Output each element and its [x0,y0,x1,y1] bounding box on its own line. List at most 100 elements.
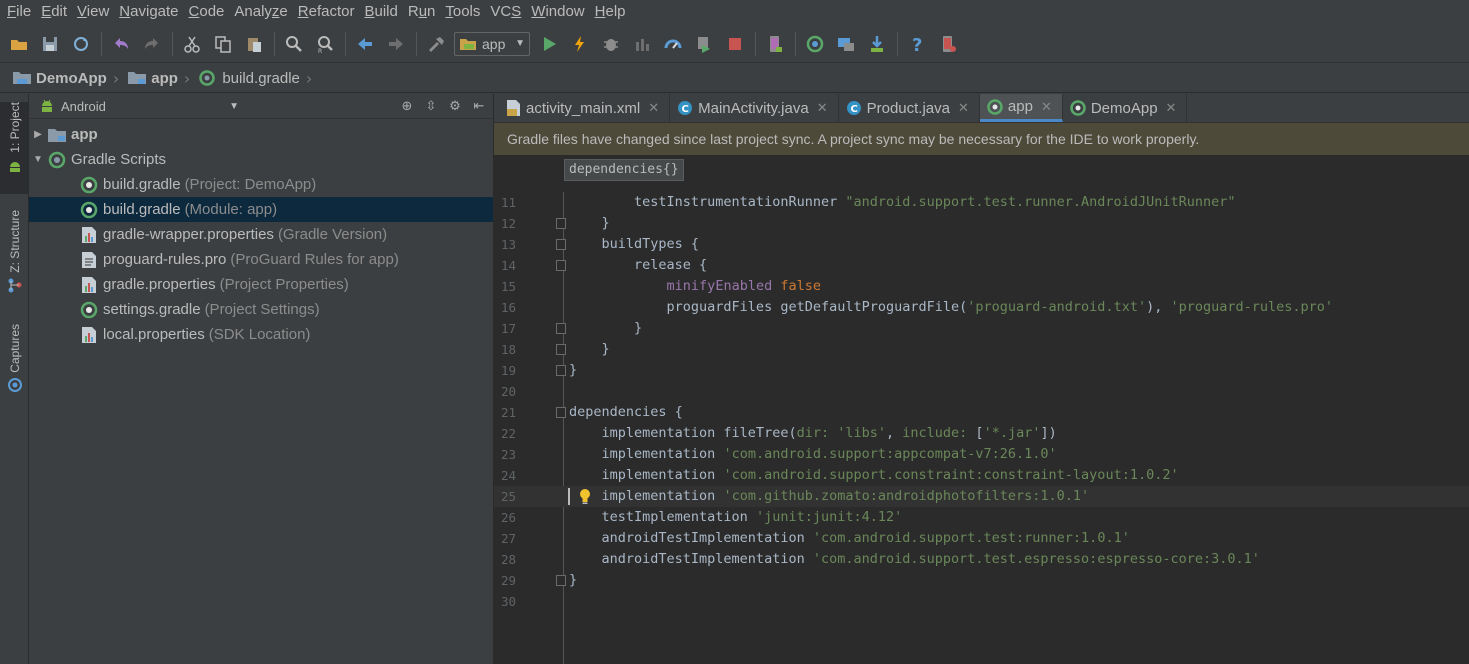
make-project-icon[interactable] [423,31,449,57]
menu-item[interactable]: Build [361,0,404,24]
code-line[interactable]: 29} [494,570,1469,591]
editor-tab[interactable]: app ✕ [979,94,1063,122]
menu-item[interactable]: Refactor [295,0,362,24]
tree-item[interactable]: proguard-rules.pro (ProGuard Rules for ap… [29,247,493,272]
fold-marker-icon[interactable] [556,407,566,418]
debug-icon[interactable] [598,31,624,57]
code-line[interactable]: 30 [494,591,1469,612]
code-line[interactable]: 11 testInstrumentationRunner "android.su… [494,192,1469,213]
tree-item[interactable]: local.properties (SDK Location) [29,322,493,347]
replace-icon[interactable]: R [312,31,338,57]
code-line[interactable]: 27 androidTestImplementation 'com.androi… [494,528,1469,549]
code-line[interactable]: 25 implementation 'com.github.zomato:and… [494,486,1469,507]
breadcrumb-project[interactable]: DemoApp [12,70,107,87]
collapse-arrow-icon[interactable]: ▼ [29,154,47,165]
sync-gradle-icon[interactable] [802,31,828,57]
fold-marker-icon[interactable] [556,218,566,229]
breadcrumb-module[interactable]: app [127,70,178,87]
menu-item[interactable]: Analyze [231,0,294,24]
forward-icon[interactable] [383,31,409,57]
open-folder-icon[interactable] [6,31,32,57]
code-line[interactable]: 24 implementation 'com.android.support.c… [494,465,1469,486]
back-icon[interactable] [352,31,378,57]
editor-tab[interactable]: activity_main.xml ✕ [498,94,671,122]
tab-captures[interactable]: Captures [0,324,29,400]
code-line[interactable]: 15 minifyEnabled false [494,276,1469,297]
project-view-select[interactable]: Android ▼ [39,98,239,114]
cut-icon[interactable] [179,31,205,57]
breadcrumb-file[interactable]: build.gradle [198,70,300,87]
menu-item[interactable]: Window [528,0,591,24]
fold-marker-icon[interactable] [556,365,566,376]
code-line[interactable]: 17 } [494,318,1469,339]
collapse-all-icon[interactable]: ⇳ [423,98,439,114]
menu-item[interactable]: View [74,0,116,24]
code-breadcrumb[interactable]: dependencies{} [564,159,684,181]
tree-item[interactable]: build.gradle (Module: app) [29,197,493,222]
editor-tab[interactable]: C Product.java ✕ [839,94,980,122]
close-icon[interactable]: ✕ [817,100,828,116]
code-line[interactable]: 20 [494,381,1469,402]
fold-marker-icon[interactable] [556,239,566,250]
undo-icon[interactable] [108,31,134,57]
menu-item[interactable]: Run [405,0,443,24]
code-line[interactable]: 22 implementation fileTree(dir: 'libs', … [494,423,1469,444]
close-icon[interactable]: ✕ [648,100,659,116]
code-line[interactable]: 12 } [494,213,1469,234]
apply-changes-icon[interactable] [567,31,593,57]
locate-file-icon[interactable]: ⊕ [399,98,415,114]
tab-project[interactable]: 1: Project [0,102,29,194]
device-monitor-icon[interactable] [935,31,961,57]
tree-item[interactable]: gradle.properties (Project Properties) [29,272,493,297]
tree-item[interactable]: build.gradle (Project: DemoApp) [29,172,493,197]
editor-tab[interactable]: C MainActivity.java ✕ [670,94,839,122]
code-editor[interactable]: 11 testInstrumentationRunner "android.su… [494,192,1469,664]
menu-item[interactable]: Help [592,0,633,24]
menu-item[interactable]: File [4,0,38,24]
fold-marker-icon[interactable] [556,575,566,586]
copy-icon[interactable] [210,31,236,57]
editor-tab[interactable]: DemoApp ✕ [1063,94,1188,122]
close-icon[interactable]: ✕ [958,100,969,116]
code-line[interactable]: 23 implementation 'com.android.support:a… [494,444,1469,465]
gear-icon[interactable]: ⚙ [447,98,463,114]
menu-item[interactable]: Navigate [116,0,185,24]
tree-item[interactable]: ▼ Gradle Scripts [29,147,493,172]
find-icon[interactable] [281,31,307,57]
sdk-manager-icon[interactable] [864,31,890,57]
help-icon[interactable]: ? [904,31,930,57]
code-line[interactable]: 21 dependencies { [494,402,1469,423]
redo-icon[interactable] [139,31,165,57]
close-icon[interactable]: ✕ [1041,99,1052,115]
tree-item[interactable]: gradle-wrapper.properties (Gradle Version… [29,222,493,247]
menu-item[interactable]: Tools [442,0,487,24]
code-line[interactable]: 19} [494,360,1469,381]
profile-icon[interactable] [660,31,686,57]
tab-structure[interactable]: Z: Structure [0,210,29,302]
code-line[interactable]: 16 proguardFiles getDefaultProguardFile(… [494,297,1469,318]
attach-debugger-icon[interactable] [629,31,655,57]
code-line[interactable]: 28 androidTestImplementation 'com.androi… [494,549,1469,570]
project-structure-icon[interactable] [833,31,859,57]
code-line[interactable]: 18 } [494,339,1469,360]
fold-marker-icon[interactable] [556,323,566,334]
avd-manager-icon[interactable] [762,31,788,57]
stop-icon[interactable] [722,31,748,57]
run-coverage-icon[interactable] [691,31,717,57]
fold-marker-icon[interactable] [556,344,566,355]
code-line[interactable]: 26 testImplementation 'junit:junit:4.12' [494,507,1469,528]
save-icon[interactable] [37,31,63,57]
run-configuration-select[interactable]: app ▼ [454,31,530,56]
close-icon[interactable]: ✕ [1166,100,1177,116]
hide-panel-icon[interactable]: ⇤ [471,98,487,114]
tree-item[interactable]: settings.gradle (Project Settings) [29,297,493,322]
paste-icon[interactable] [241,31,267,57]
menu-item[interactable]: Edit [38,0,74,24]
fold-marker-icon[interactable] [556,260,566,271]
run-icon[interactable] [536,31,562,57]
code-line[interactable]: 14 release { [494,255,1469,276]
code-line[interactable]: 13 buildTypes { [494,234,1469,255]
menu-item[interactable]: Code [186,0,232,24]
menu-item[interactable]: VCS [487,0,528,24]
tree-item[interactable]: ▶ app [29,122,493,147]
